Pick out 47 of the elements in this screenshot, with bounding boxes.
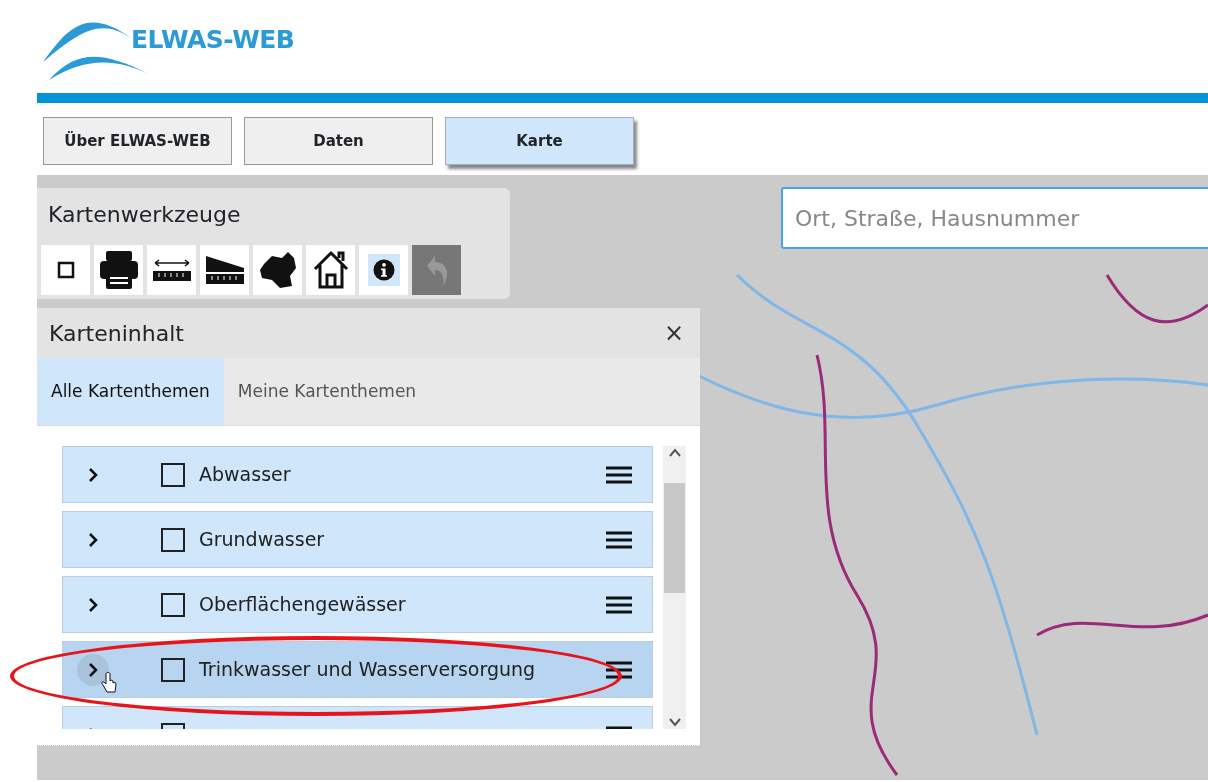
menu-icon[interactable] (606, 465, 632, 484)
logo-text: ELWAS-WEB (131, 23, 295, 56)
tool-button[interactable] (359, 245, 408, 295)
menu-icon[interactable] (606, 660, 632, 679)
tool-button[interactable] (94, 245, 143, 295)
tool-button[interactable] (41, 245, 90, 295)
expand-button[interactable] (77, 653, 109, 686)
nav-tab[interactable]: Daten (244, 117, 433, 165)
hand-cursor-icon (101, 671, 117, 694)
checkbox[interactable] (161, 592, 185, 617)
chevron-icon (88, 466, 98, 483)
layer-row[interactable]: Abwasser (62, 446, 653, 503)
map-region-icon (257, 250, 298, 290)
layer-name: Trinkwasser und Wasserversorgung (199, 657, 537, 683)
tool-button[interactable] (306, 245, 355, 295)
info-icon (367, 254, 400, 286)
printer-icon (97, 249, 140, 291)
tool-button[interactable] (147, 245, 196, 295)
scrollbar[interactable] (663, 446, 686, 729)
tool-button[interactable] (253, 245, 302, 295)
layer-name: Abwasser (199, 462, 292, 488)
search-field[interactable]: Ort, Straße, Hausnummer (781, 187, 1208, 249)
panel-title: Karteninhalt (49, 319, 184, 348)
menu-icon[interactable] (606, 595, 632, 614)
chevron-icon (88, 596, 98, 613)
panel-tab[interactable]: Meine Kartenthemen (223, 358, 431, 425)
layer-row[interactable]: Grundwasser (62, 511, 653, 568)
layer-name: Grundwasser (199, 527, 326, 553)
nav-tab[interactable]: Über ELWAS-WEB (43, 117, 232, 165)
layer-name: Oberflächengewässer (199, 592, 407, 618)
chevron-icon (88, 531, 98, 548)
panel-tab[interactable]: Alle Kartenthemen (37, 358, 224, 425)
close-button[interactable]: × (659, 321, 688, 345)
chevron-icon (88, 661, 98, 678)
checkbox[interactable] (161, 462, 185, 487)
ruler-icon (150, 257, 193, 283)
scroll-thumb[interactable] (664, 482, 685, 593)
checkbox[interactable] (161, 527, 185, 552)
layer-row[interactable]: Trinkwasser und Wasserversorgung (62, 641, 653, 698)
layer-row[interactable]: Oberflächengewässer (62, 576, 653, 633)
tool-button[interactable] (200, 245, 249, 295)
nav-tab[interactable]: Karte (445, 117, 634, 165)
ruler-icon (203, 254, 246, 286)
square-icon (55, 260, 76, 280)
menu-icon[interactable] (606, 530, 632, 549)
panel-title: Kartenwerkzeuge (47, 201, 242, 229)
checkbox[interactable] (161, 657, 185, 682)
